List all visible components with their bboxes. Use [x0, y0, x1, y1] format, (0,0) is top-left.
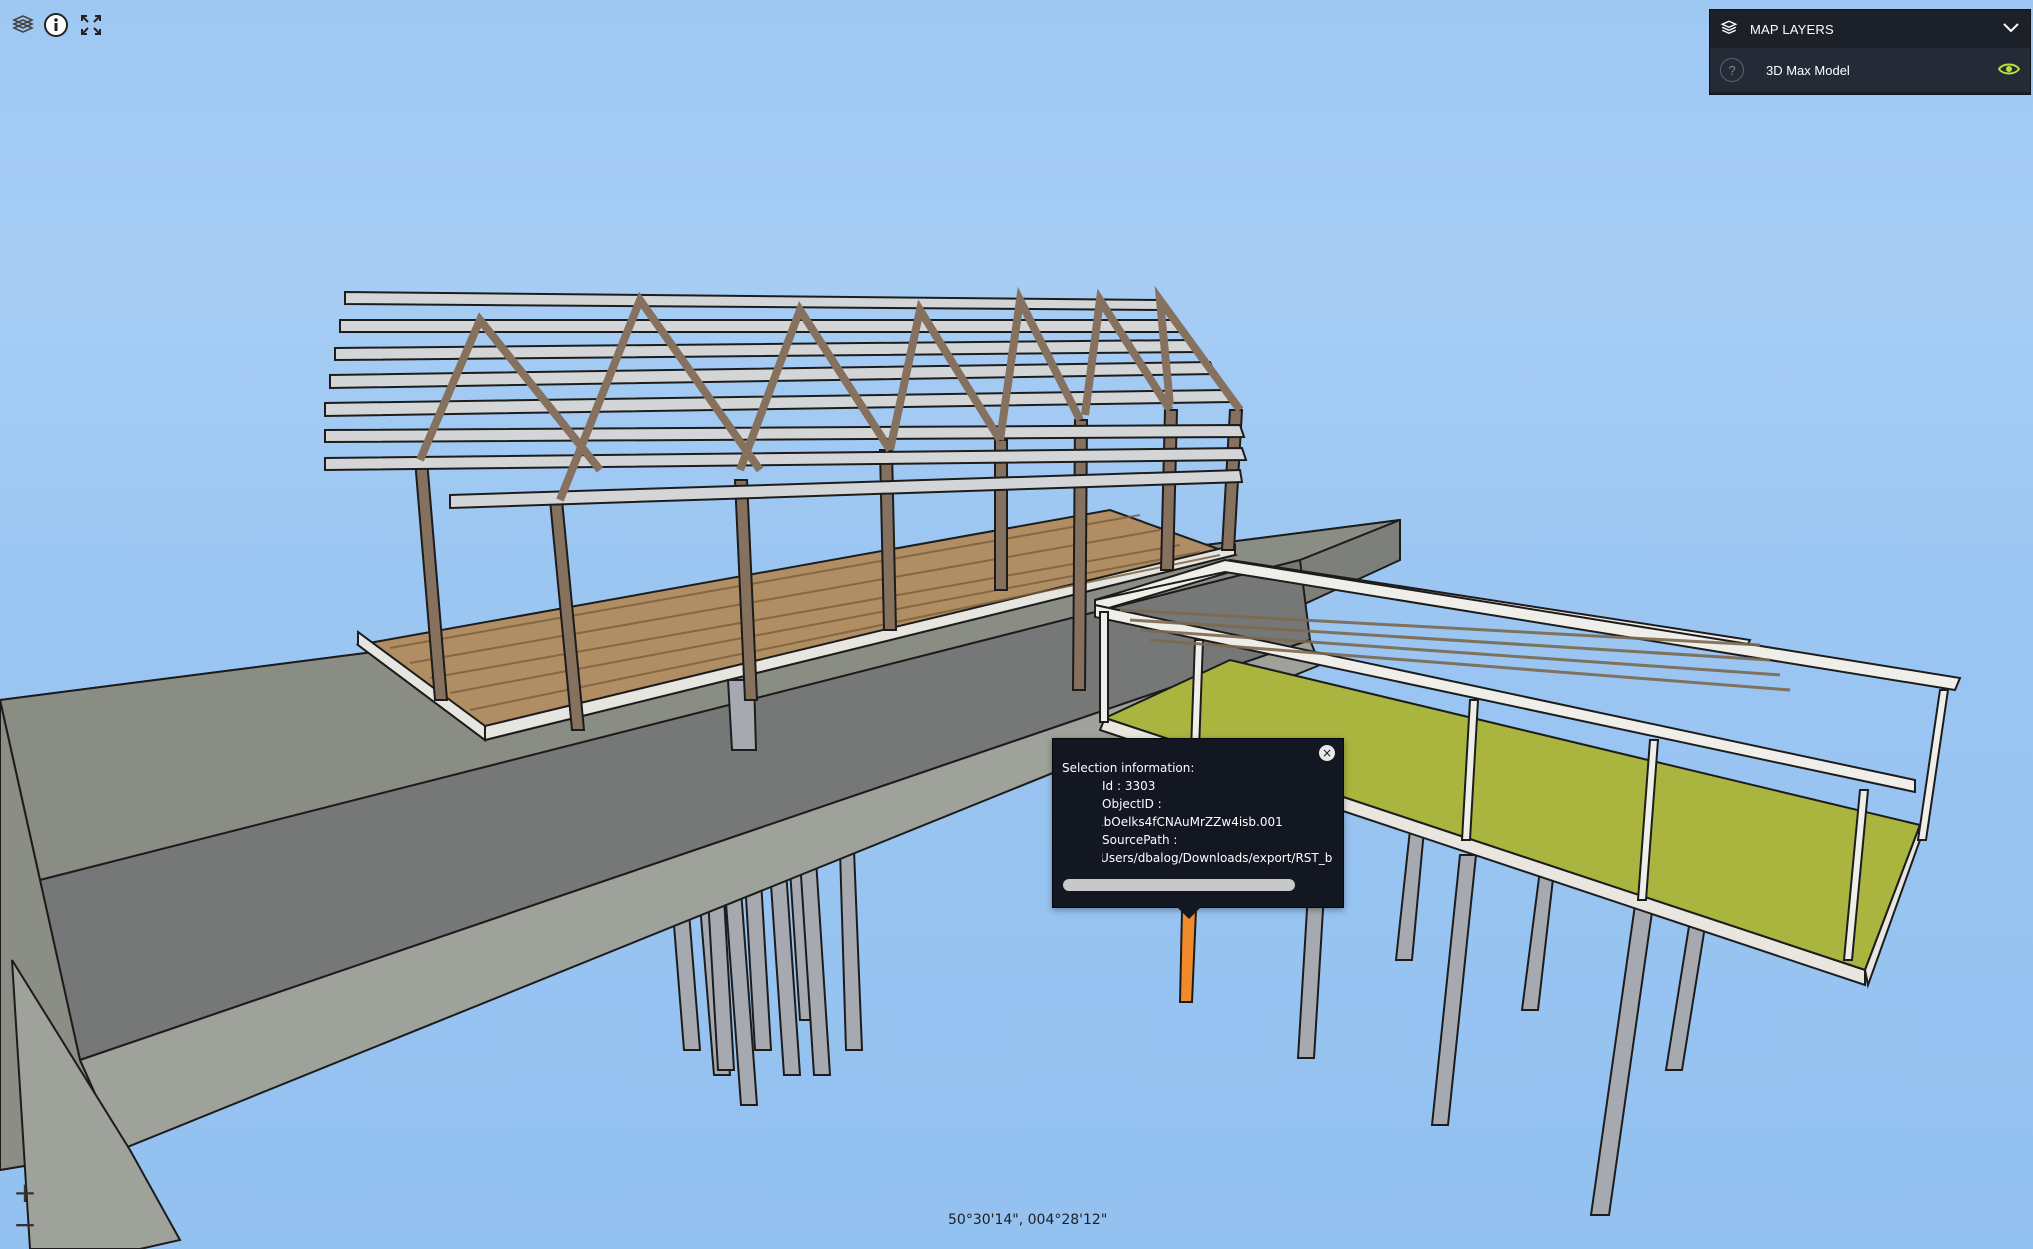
coordinates-readout: 50°30'14", 004°28'12"	[948, 1212, 1108, 1228]
zoom-out-button[interactable]: −	[12, 1211, 38, 1239]
attribute-id: Id : 3303	[1102, 777, 1335, 795]
layer-item-3d-max-model[interactable]: ? 3D Max Model	[1710, 48, 2030, 92]
layer-name: 3D Max Model	[1766, 62, 1850, 78]
eye-visibility-icon[interactable]	[1997, 62, 2021, 79]
close-icon[interactable]: ×	[1319, 745, 1335, 761]
zoom-in-button[interactable]: +	[12, 1179, 38, 1207]
selected-pile[interactable]	[1178, 909, 1198, 1003]
attribute-objectid: ObjectID : 1bOelks4fCNAuMrZZw4isb.001	[1102, 795, 1335, 831]
chevron-down-icon[interactable]	[2002, 22, 2020, 37]
3d-scene-viewport[interactable]	[0, 0, 2033, 1249]
map-layers-title: MAP LAYERS	[1750, 21, 1834, 37]
fullscreen-icon[interactable]	[76, 10, 106, 40]
map-layers-panel: MAP LAYERS ? 3D Max Model	[1709, 9, 2031, 95]
selection-attributes: Id : 3303 ObjectID : 1bOelks4fCNAuMrZZw4…	[1062, 777, 1335, 867]
attribute-sourcepath: SourcePath : /Users/dbalog/Downloads/exp…	[1102, 831, 1335, 867]
horizontal-scrollbar[interactable]	[1063, 879, 1295, 891]
help-icon[interactable]: ?	[1720, 58, 1744, 82]
popup-pointer	[1177, 907, 1201, 919]
layers-stack-icon	[1720, 19, 1738, 40]
layers-toggle-icon[interactable]	[8, 10, 38, 40]
info-icon[interactable]	[41, 10, 71, 40]
selection-info-popup: × Selection information: Id : 3303 Objec…	[1052, 738, 1344, 919]
popup-heading: Selection information:	[1062, 761, 1195, 775]
map-layers-header[interactable]: MAP LAYERS	[1710, 10, 2030, 48]
